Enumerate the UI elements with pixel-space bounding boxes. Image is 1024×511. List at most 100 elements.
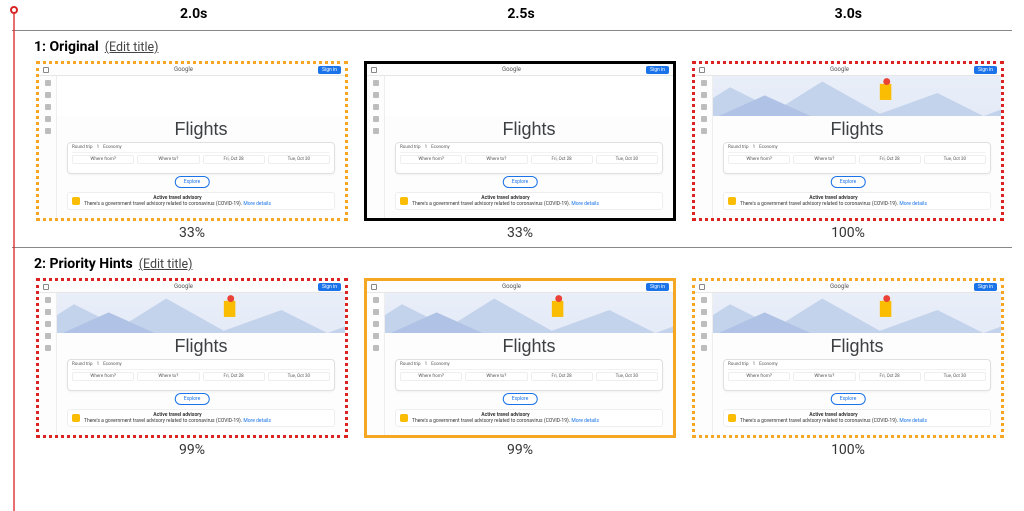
mountain-illustration-icon	[57, 293, 345, 333]
persons: 1	[753, 362, 756, 367]
menu-icon	[43, 284, 49, 290]
advisory-more-link: More details	[571, 418, 599, 424]
cabin: Economy	[759, 145, 778, 150]
date1-field: Fri, Oct 28	[859, 372, 921, 381]
from-field: Where from?	[72, 372, 134, 381]
hero-image-placeholder	[57, 76, 345, 116]
warning-icon	[400, 197, 408, 205]
gflight-thumb: Google Sign in Flights Round trip 1	[39, 64, 345, 218]
row2-title: 2: Priority Hints	[34, 256, 133, 272]
trip-type: Round trip	[72, 145, 93, 150]
row2-frames: GoogleSign in Flights Round trip1Economy…	[12, 278, 1012, 458]
logo-text: Google	[502, 283, 521, 290]
page-title: Flights	[713, 119, 1001, 140]
sidebar	[367, 76, 385, 218]
from-field: Where from?	[400, 155, 462, 164]
search-form: Round trip1Economy Where from?Where to?F…	[395, 142, 663, 174]
to-field: Where to?	[793, 372, 855, 381]
sidebar-item	[373, 104, 379, 110]
row1-cell-0: Google Sign in Flights Round trip 1	[36, 61, 348, 241]
sidebar-item	[701, 333, 707, 339]
sidebar-item	[45, 345, 51, 351]
sidebar-item	[373, 297, 379, 303]
gflight-thumb: GoogleSign in Flights Round trip1Economy…	[695, 64, 1001, 218]
hero-image-placeholder	[385, 76, 673, 116]
date1-field: Fri, Oct 28	[203, 372, 265, 381]
row1-header: 1: Original (Edit title)	[12, 31, 1012, 61]
persons: 1	[97, 362, 100, 367]
row1-frame-2[interactable]: GoogleSign in Flights Round trip1Economy…	[692, 61, 1004, 221]
sidebar-item	[373, 333, 379, 339]
mountain-illustration-icon	[713, 76, 1001, 116]
search-form: Round trip 1 Economy Where from? Where t…	[67, 142, 335, 174]
signin-button: Sign in	[646, 283, 669, 291]
trip-type: Round trip	[728, 362, 749, 367]
row1-percent-2: 100%	[692, 221, 1004, 241]
sidebar-item	[701, 80, 707, 86]
time-label-0: 2.0s	[30, 6, 357, 22]
sidebar	[39, 76, 57, 218]
date1-field: Fri, Oct 28	[531, 155, 593, 164]
hero-image	[57, 293, 345, 333]
explore-button: Explore	[503, 393, 538, 405]
advisory-more-link: More details	[899, 418, 927, 424]
date2-field: Tue, Oct 30	[596, 155, 658, 164]
persons: 1	[425, 145, 428, 150]
row1-frame-0[interactable]: Google Sign in Flights Round trip 1	[36, 61, 348, 221]
menu-icon	[371, 67, 377, 73]
cabin: Economy	[431, 145, 450, 150]
sidebar-item	[701, 309, 707, 315]
timeline-vertical-line	[13, 14, 15, 511]
sidebar-item	[45, 116, 51, 122]
signin-button: Sign in	[646, 66, 669, 74]
logo-text: Google	[174, 66, 193, 73]
advisory-more-link: More details	[899, 201, 927, 207]
row2-edit-title-link[interactable]: (Edit title)	[139, 257, 193, 272]
row1-title: 1: Original	[34, 39, 99, 55]
logo-text: Google	[502, 66, 521, 73]
date2-field: Tue, Oct 30	[924, 155, 986, 164]
advisory-body: There's a government travel advisory rel…	[740, 418, 898, 424]
explore-button: Explore	[175, 176, 210, 188]
row1-frame-1[interactable]: Google Sign in Flights Round trip1Econom…	[364, 61, 676, 221]
logo-text: Google	[830, 66, 849, 73]
advisory-banner: Active travel advisory There's a governm…	[67, 192, 335, 210]
date2-field: Tue, Oct 30	[268, 155, 330, 164]
hero-image	[713, 76, 1001, 116]
row2-frame-1[interactable]: GoogleSign in Flights Round trip1Economy…	[364, 278, 676, 438]
sidebar-item	[373, 345, 379, 351]
page-title: Flights	[57, 336, 345, 357]
row1-edit-title-link[interactable]: (Edit title)	[105, 40, 159, 55]
sidebar-item	[373, 80, 379, 86]
sidebar-item	[45, 309, 51, 315]
menu-icon	[699, 284, 705, 290]
advisory-body: There's a government travel advisory rel…	[740, 201, 898, 207]
row2-frame-0[interactable]: GoogleSign in Flights Round trip1Economy…	[36, 278, 348, 438]
sidebar-item	[45, 92, 51, 98]
row2-cell-1: GoogleSign in Flights Round trip1Economy…	[364, 278, 676, 458]
advisory-body: There's a government travel advisory rel…	[84, 418, 242, 424]
page-title: Flights	[385, 119, 673, 140]
advisory-body: There's a government travel advisory rel…	[412, 418, 570, 424]
advisory-more-link: More details	[243, 201, 271, 207]
sidebar-item	[373, 116, 379, 122]
row1-cell-2: GoogleSign in Flights Round trip1Economy…	[692, 61, 1004, 241]
menu-icon	[699, 67, 705, 73]
sidebar-item	[701, 321, 707, 327]
to-field: Where to?	[465, 155, 527, 164]
row1-percent-0: 33%	[36, 221, 348, 241]
sidebar-item	[701, 297, 707, 303]
date2-field: Tue, Oct 30	[924, 372, 986, 381]
row2-cell-0: GoogleSign in Flights Round trip1Economy…	[36, 278, 348, 458]
row2-percent-0: 99%	[36, 438, 348, 458]
trip-type: Round trip	[728, 145, 749, 150]
from-field: Where from?	[728, 372, 790, 381]
signin-button: Sign in	[974, 283, 997, 291]
row2-frame-2[interactable]: GoogleSign in Flights Round trip1Economy…	[692, 278, 1004, 438]
cabin: Economy	[103, 145, 122, 150]
cabin: Economy	[759, 362, 778, 367]
gflight-thumb: Google Sign in Flights Round trip1Econom…	[367, 64, 673, 218]
advisory-more-link: More details	[571, 201, 599, 207]
row2-header: 2: Priority Hints (Edit title)	[12, 248, 1012, 278]
sidebar-item	[701, 104, 707, 110]
